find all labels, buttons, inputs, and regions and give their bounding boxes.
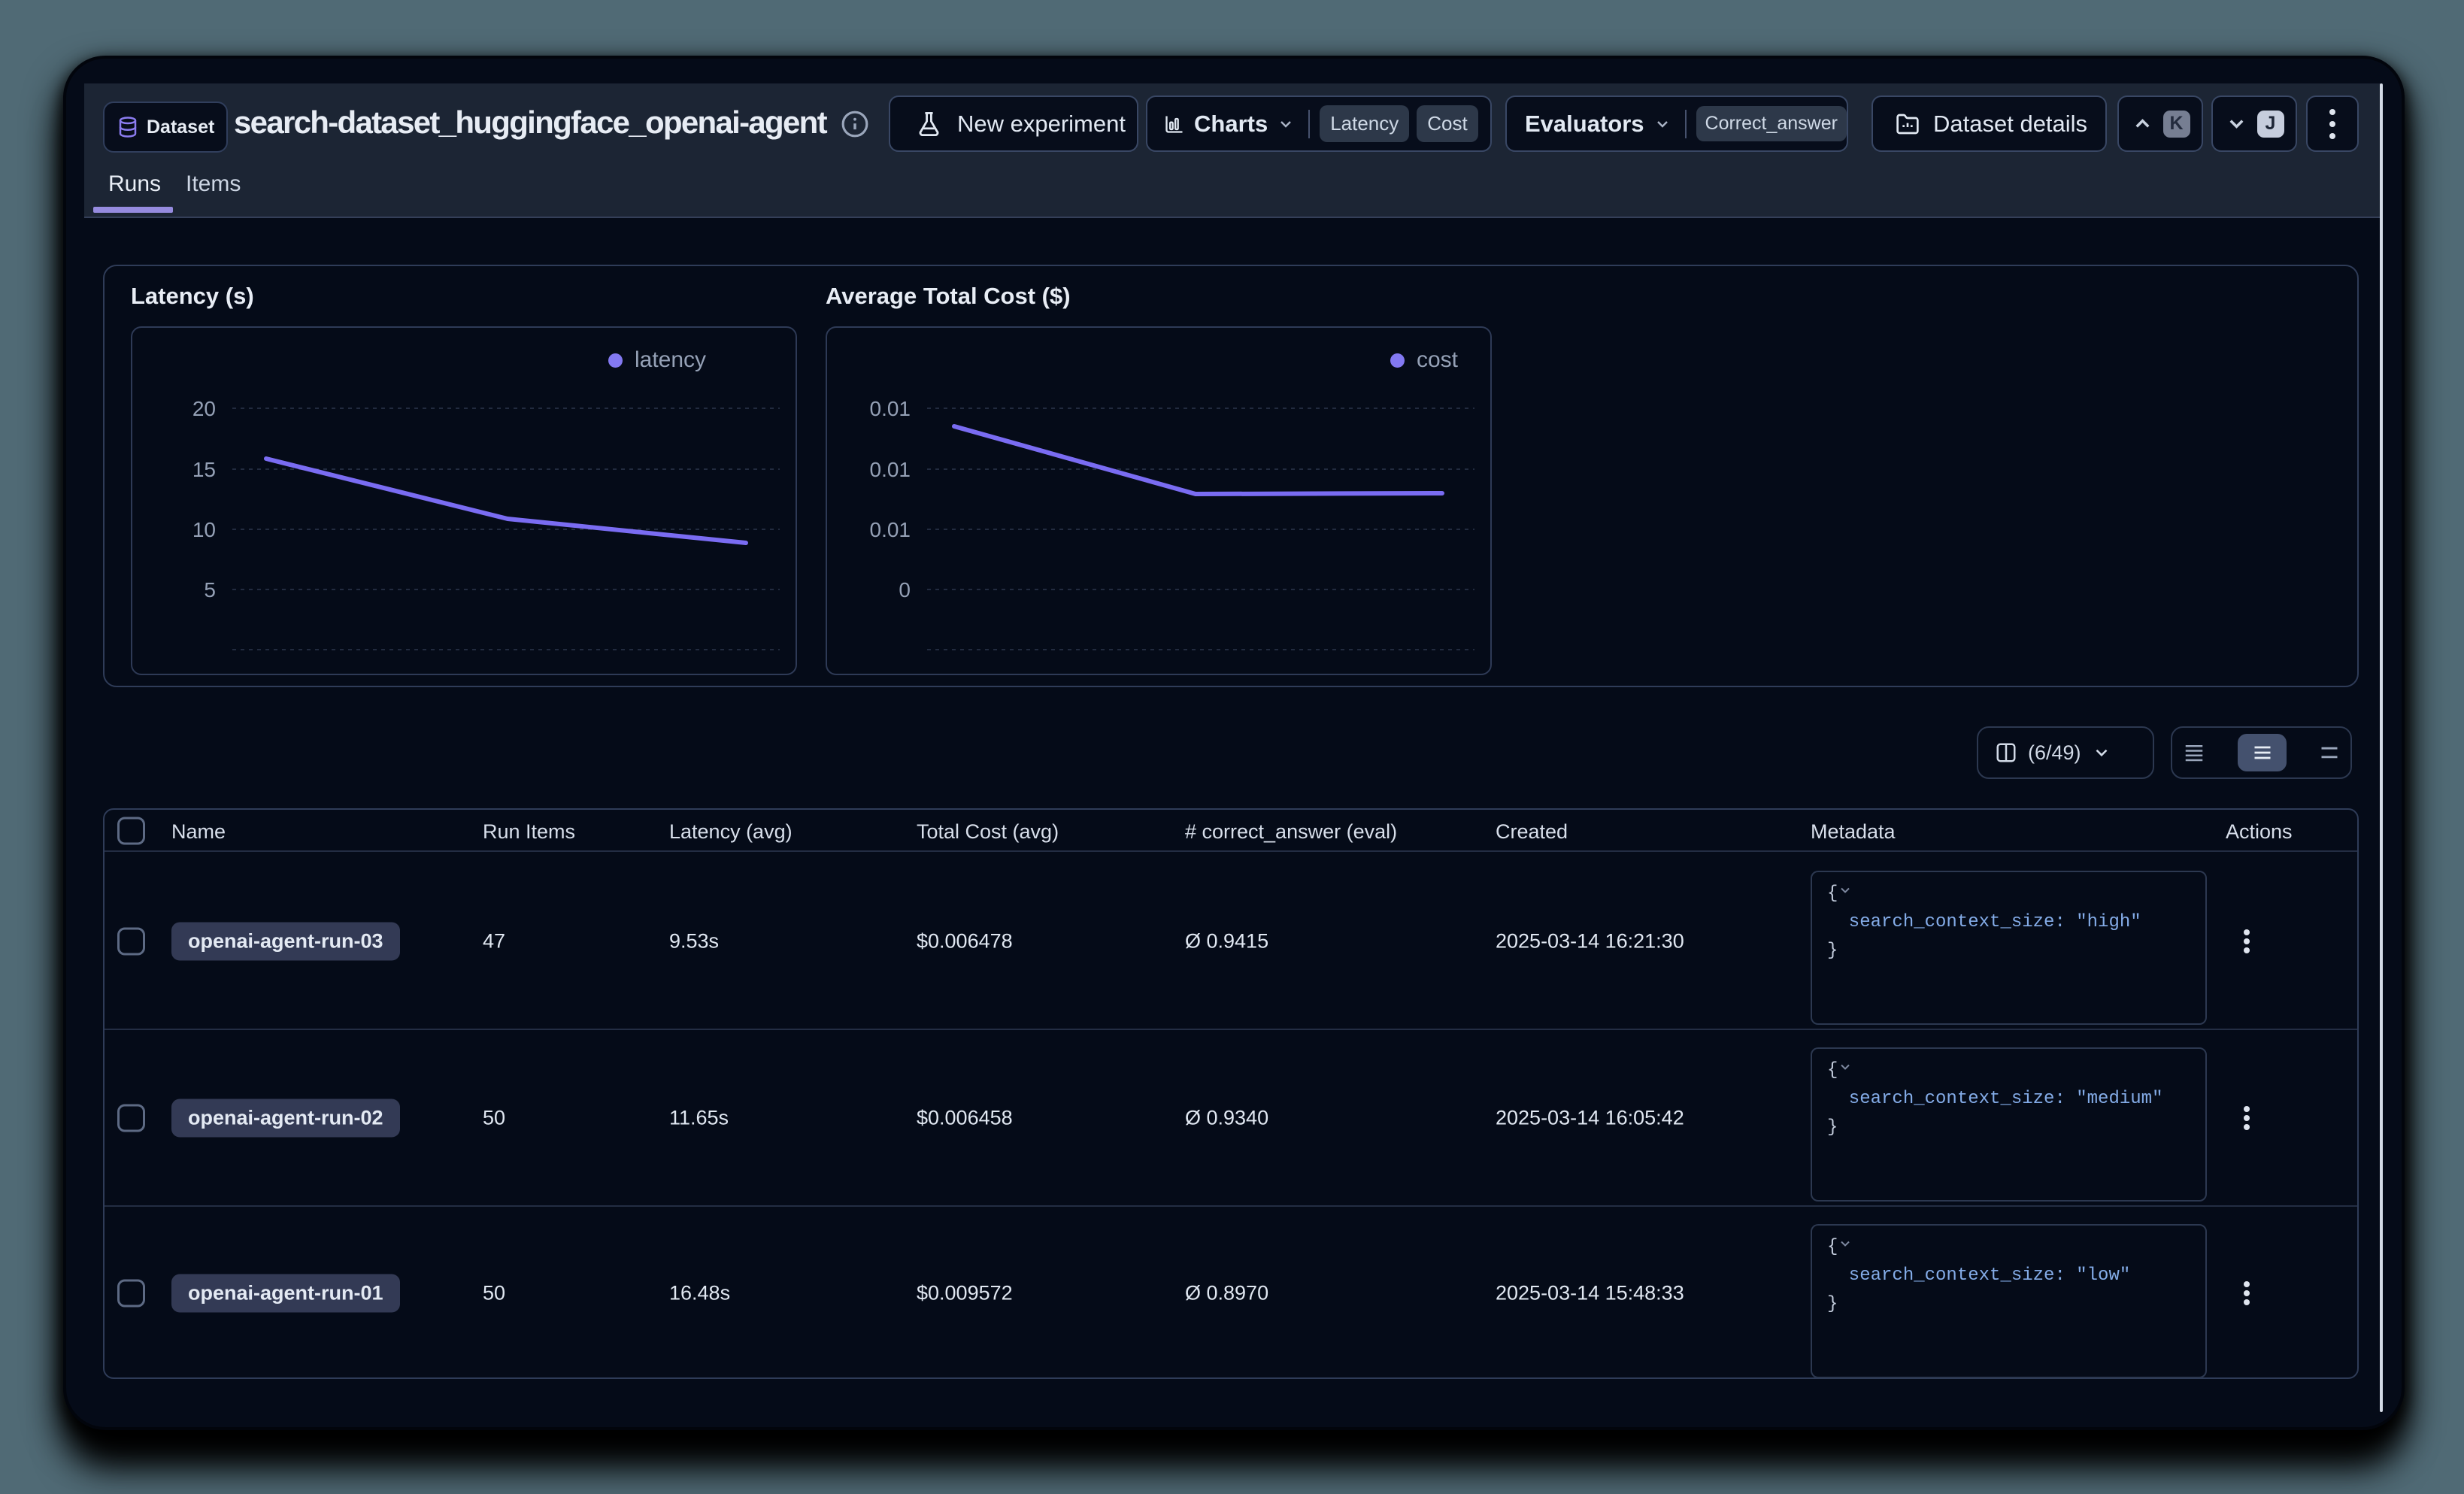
svg-text:0.01: 0.01: [870, 458, 911, 481]
svg-text:10: 10: [192, 518, 216, 541]
svg-text:20: 20: [192, 397, 216, 420]
svg-text:0: 0: [899, 578, 911, 602]
svg-text:0.01: 0.01: [870, 397, 911, 420]
svg-text:15: 15: [192, 458, 216, 481]
svg-text:0.01: 0.01: [870, 518, 911, 541]
svg-text:5: 5: [204, 578, 216, 602]
